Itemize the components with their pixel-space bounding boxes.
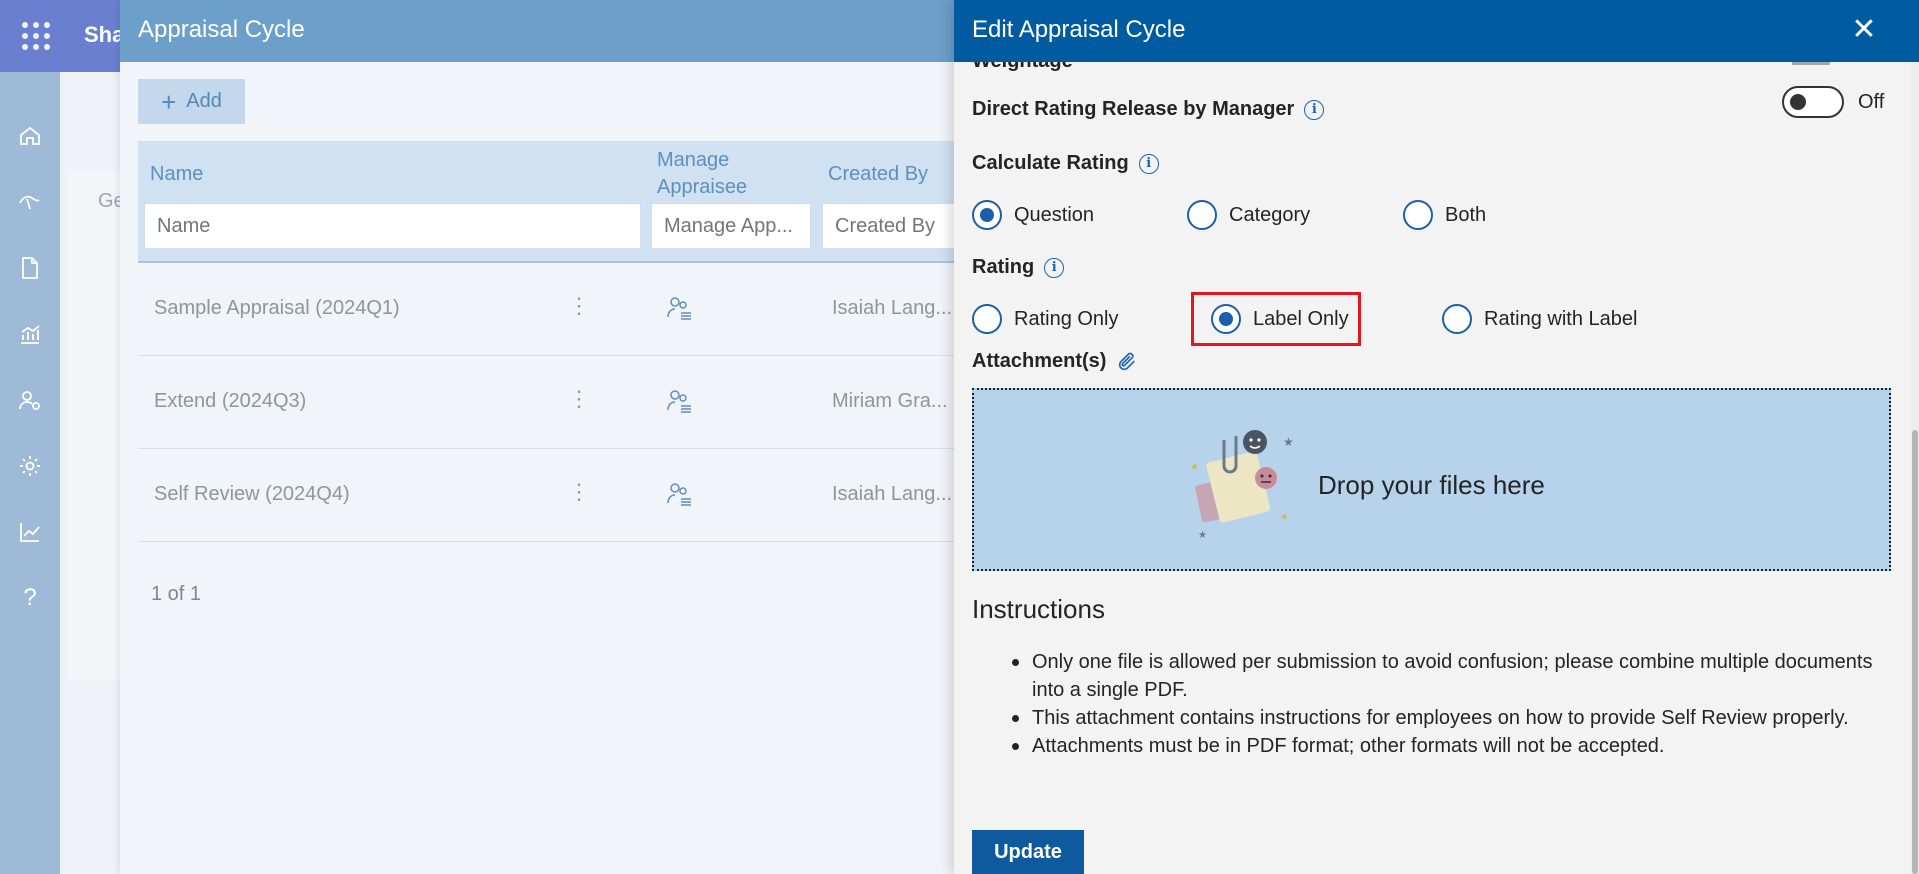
created-by-value: Isaiah Lang... (832, 297, 953, 319)
toggle-knob (1790, 94, 1806, 110)
created-by-filter-input[interactable] (822, 203, 955, 249)
attachments-label: Attachment(s) (972, 350, 1138, 373)
manage-appraisee-filter-input[interactable] (651, 203, 811, 249)
radio-label: Question (1014, 203, 1095, 226)
table-row[interactable]: Self Review (2024Q4) ⋮ Isaiah Lang... (138, 449, 955, 542)
instruction-item: Attachments must be in PDF format; other… (1012, 732, 1892, 760)
info-icon[interactable]: i (1304, 99, 1325, 120)
calculate-rating-label: Calculate Rating i (972, 152, 1159, 175)
drawer-header: Edit Appraisal Cycle ✕ (954, 0, 1919, 62)
gear-icon[interactable] (0, 446, 60, 486)
instruction-item: This attachment contains instructions fo… (1012, 704, 1892, 732)
more-options-icon[interactable]: ⋮ (568, 293, 590, 319)
update-button[interactable]: Update (972, 830, 1084, 874)
direct-release-toggle[interactable] (1782, 86, 1844, 118)
user-settings-icon[interactable] (0, 380, 60, 420)
help-icon[interactable]: ? (0, 578, 60, 618)
pagination-text: 1 of 1 (151, 583, 202, 605)
close-icon[interactable]: ✕ (1849, 15, 1879, 45)
app-title: Sha (84, 22, 125, 47)
created-by-value: Isaiah Lang... (832, 483, 953, 505)
manage-appraisee-icon[interactable] (664, 479, 694, 509)
radio-label: Label Only (1253, 307, 1349, 330)
rating-text: Rating (972, 256, 1035, 278)
table-row[interactable]: Sample Appraisal (2024Q1) ⋮ Isaiah Lang.… (138, 263, 955, 356)
instructions-title: Instructions (972, 594, 1105, 624)
radio-circle-selected (1211, 304, 1241, 334)
column-header-manage-line2: Appraisee (657, 176, 748, 198)
radio-circle (1442, 304, 1472, 334)
column-header-manage-line1: Manage (657, 149, 730, 171)
more-options-icon[interactable]: ⋮ (568, 479, 590, 505)
add-button-label: Add (186, 90, 222, 112)
manage-appraisee-icon[interactable] (664, 386, 694, 416)
attachments-text: Attachment(s) (972, 350, 1107, 372)
svg-text:★: ★ (1280, 512, 1289, 523)
toggle-state-text: Off (1858, 91, 1885, 113)
radio-circle-selected (972, 200, 1002, 230)
calculate-rating-text: Calculate Rating (972, 152, 1129, 174)
cycle-name[interactable]: Self Review (2024Q4) (154, 483, 350, 506)
app-launcher-icon[interactable] (22, 22, 50, 50)
drawer-title: Edit Appraisal Cycle (972, 16, 1186, 43)
file-upload-illustration: ★ ★ ★ ★ (1190, 430, 1294, 540)
radio-label: Category (1229, 203, 1311, 226)
info-icon[interactable]: i (1138, 153, 1159, 174)
dropzone-text: Drop your files here (1318, 470, 1545, 500)
plus-icon: + (161, 86, 177, 117)
radio-both[interactable]: Both (1403, 200, 1486, 230)
column-header-name[interactable]: Name (150, 161, 203, 188)
add-button[interactable]: + Add (138, 79, 245, 124)
analytics-icon[interactable] (0, 314, 60, 354)
radio-question[interactable]: Question (972, 200, 1094, 230)
document-icon[interactable] (0, 248, 60, 288)
trend-icon[interactable] (0, 512, 60, 552)
direct-release-text: Direct Rating Release by Manager (972, 98, 1295, 120)
column-header-created-by[interactable]: Created By (828, 161, 928, 188)
direct-release-label: Direct Rating Release by Manager i (972, 98, 1325, 121)
radio-circle (1187, 200, 1217, 230)
instructions-list: Only one file is allowed per submission … (1012, 648, 1892, 760)
edit-appraisal-drawer: Edit Appraisal Cycle ✕ Weightage Direct … (954, 0, 1919, 874)
appraisal-cycle-panel: Appraisal Cycle + Add Name Manage Apprai… (120, 0, 955, 874)
info-icon[interactable]: i (1044, 257, 1065, 278)
created-by-value: Miriam Gra... (832, 390, 948, 412)
radio-label: Rating Only (1014, 307, 1119, 330)
manage-appraisee-icon[interactable] (664, 293, 694, 323)
column-header-manage-appraisee[interactable]: Manage Appraisee (657, 147, 747, 201)
home-icon[interactable] (0, 116, 60, 156)
cycle-name[interactable]: Sample Appraisal (2024Q1) (154, 297, 400, 320)
name-filter-input[interactable] (144, 203, 641, 249)
radio-circle (972, 304, 1002, 334)
radio-label-only[interactable]: Label Only (1211, 304, 1349, 334)
cycle-name[interactable]: Extend (2024Q3) (154, 390, 306, 413)
more-options-icon[interactable]: ⋮ (568, 386, 590, 412)
radio-label: Both (1445, 203, 1487, 226)
file-dropzone[interactable]: ★ ★ ★ ★ Drop your files here (972, 388, 1891, 571)
radio-circle (1403, 200, 1433, 230)
svg-text:★: ★ (1198, 530, 1207, 540)
radio-rating-only[interactable]: Rating Only (972, 304, 1119, 334)
paperclip-icon[interactable] (1116, 351, 1138, 373)
svg-text:★: ★ (1283, 435, 1294, 449)
instruction-item: Only one file is allowed per submission … (1012, 648, 1892, 704)
table-row[interactable]: Extend (2024Q3) ⋮ Miriam Gra... (138, 356, 955, 449)
weightage-control-edge (1792, 62, 1830, 65)
radio-label: Rating with Label (1484, 307, 1638, 330)
performance-icon[interactable] (0, 182, 60, 222)
panel-title: Appraisal Cycle (120, 0, 955, 62)
svg-text:★: ★ (1190, 462, 1199, 473)
scrollbar-thumb[interactable] (1912, 430, 1918, 874)
radio-category[interactable]: Category (1187, 200, 1310, 230)
left-nav-rail: ? (0, 72, 60, 874)
rating-label: Rating i (972, 256, 1065, 279)
grid-header: Name Manage Appraisee Created By (138, 141, 955, 263)
radio-rating-with-label[interactable]: Rating with Label (1442, 304, 1637, 334)
